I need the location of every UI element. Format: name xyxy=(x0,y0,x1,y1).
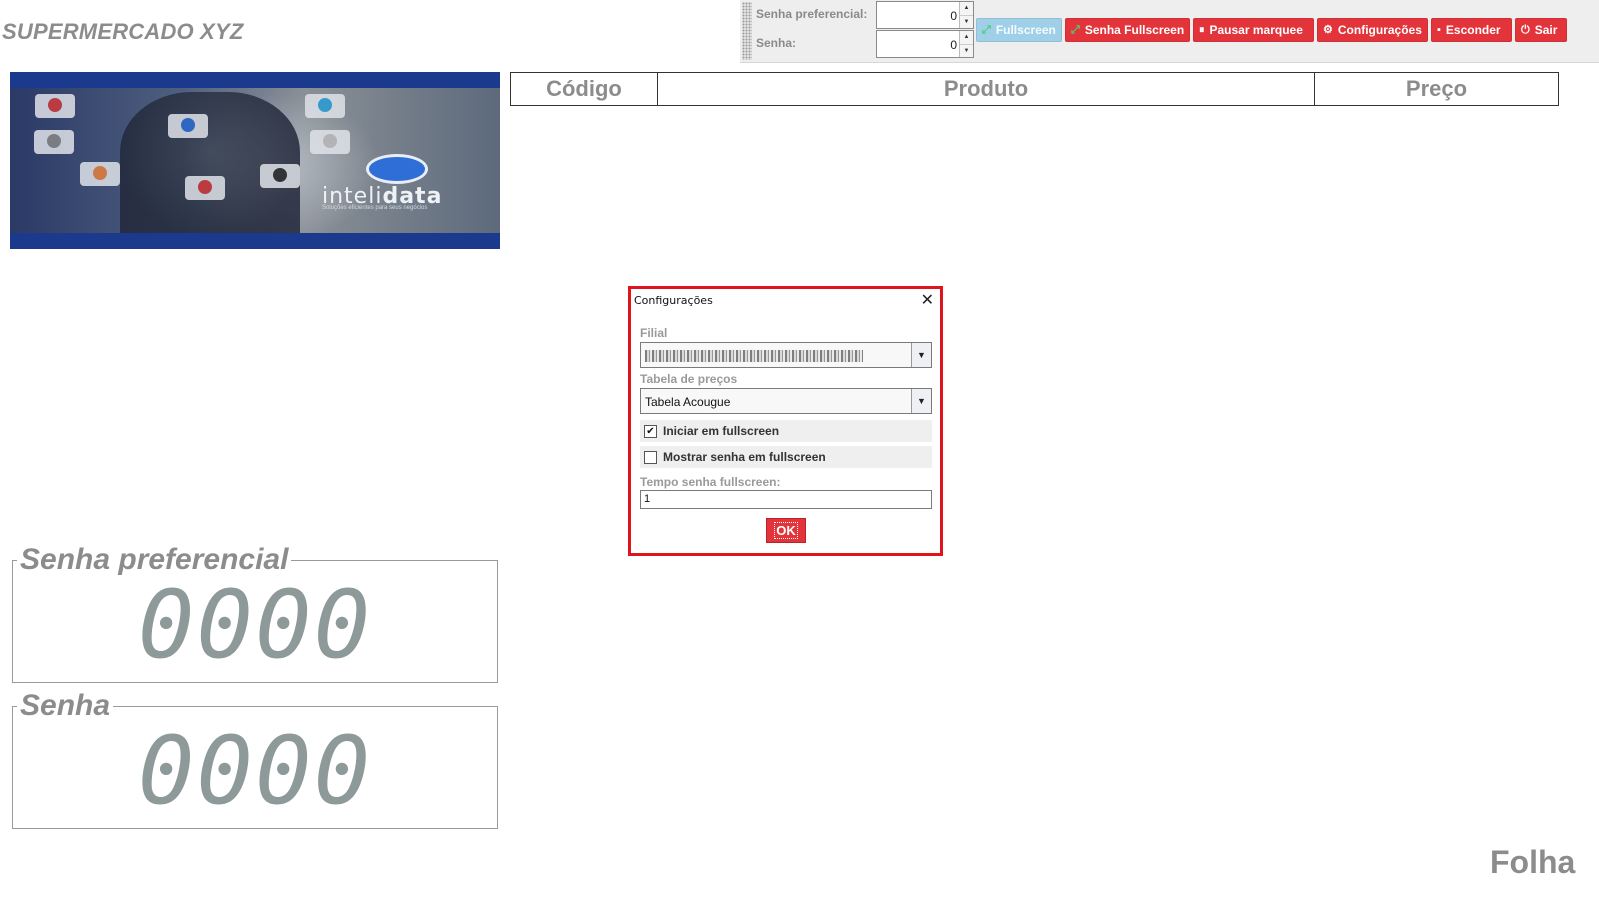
senha-spinner[interactable]: 0 ▲ ▼ xyxy=(876,30,974,58)
app-tile-icon xyxy=(305,94,345,118)
chevron-down-icon[interactable]: ▼ xyxy=(911,389,931,413)
pausar-marquee-button-label: Pausar marquee xyxy=(1209,23,1303,37)
tabela-precos-select[interactable]: Tabela Acougue ▼ xyxy=(640,388,932,414)
expand-icon: ⤢ xyxy=(1071,23,1080,36)
senha-preferencial-spinner[interactable]: 0 ▲ ▼ xyxy=(876,1,974,29)
ok-button-label: OK xyxy=(774,522,798,539)
spinner-down-icon[interactable]: ▼ xyxy=(960,15,973,28)
spinner-up-icon[interactable]: ▲ xyxy=(960,2,973,15)
filial-value-redacted xyxy=(645,350,863,362)
app-tile-icon xyxy=(34,130,74,154)
senha-fullscreen-button[interactable]: ⤢ Senha Fullscreen xyxy=(1065,18,1190,42)
toolbar-drag-handle[interactable] xyxy=(742,2,752,60)
chevron-down-icon[interactable]: ▼ xyxy=(911,343,931,367)
spinner-up-icon[interactable]: ▲ xyxy=(960,31,973,44)
fullscreen-button[interactable]: ⤢ Fullscreen xyxy=(976,18,1062,42)
senha-value[interactable]: 0 xyxy=(950,38,957,52)
power-icon: ⏻ xyxy=(1521,23,1530,36)
mostrar-senha-checkbox[interactable] xyxy=(644,450,657,464)
logo-tagline: Soluções eficientes para seus negócios xyxy=(322,205,428,211)
pausar-marquee-button[interactable]: ⏸ Pausar marquee xyxy=(1193,18,1314,42)
app-window: { "app": { "title": "SUPERMERCADO XYZ" }… xyxy=(0,0,1599,907)
senha-title: Senha xyxy=(17,689,114,723)
marquee-text: Folha xyxy=(1490,844,1576,880)
app-tile-icon xyxy=(185,176,225,200)
tempo-senha-label: Tempo senha fullscreen: xyxy=(640,475,781,489)
configuracoes-button-label: Configurações xyxy=(1337,23,1422,37)
ok-button[interactable]: OK xyxy=(766,518,806,543)
tempo-senha-input[interactable]: 1 xyxy=(640,490,932,509)
filial-select[interactable]: ▼ xyxy=(640,342,932,368)
senha-label: Senha: xyxy=(756,36,797,50)
esconder-button[interactable]: ▪ Esconder xyxy=(1431,18,1512,42)
app-tile-icon xyxy=(310,130,350,154)
mostrar-senha-row[interactable]: Mostrar senha em fullscreen xyxy=(640,446,932,468)
top-toolbar: Senha preferencial: 0 ▲ ▼ Senha: 0 ▲ ▼ ⤢ F… xyxy=(740,0,1599,63)
senha-fullscreen-button-label: Senha Fullscreen xyxy=(1084,23,1185,37)
app-tile-icon xyxy=(168,114,208,138)
app-tile-icon xyxy=(260,164,300,188)
column-header-codigo[interactable]: Código xyxy=(511,73,657,105)
minimize-icon: ▪ xyxy=(1437,23,1441,36)
pause-icon: ⏸ xyxy=(1199,23,1205,36)
iniciar-fullscreen-checkbox[interactable]: ✔ xyxy=(644,424,657,438)
tabela-precos-label: Tabela de preços xyxy=(640,372,738,386)
tabela-precos-value: Tabela Acougue xyxy=(645,395,731,409)
configuracoes-button[interactable]: ⚙ Configurações xyxy=(1317,18,1428,42)
senha-display: 0000 xyxy=(137,717,373,826)
esconder-button-label: Esconder xyxy=(1445,23,1501,37)
fullscreen-button-label: Fullscreen xyxy=(995,23,1056,37)
senha-preferencial-label: Senha preferencial: xyxy=(756,7,868,21)
dialog-title: Configurações xyxy=(634,294,713,307)
configuracoes-dialog: Configurações ✕ Filial ▼ Tabela de preço… xyxy=(628,286,943,556)
iniciar-fullscreen-label[interactable]: Iniciar em fullscreen xyxy=(663,424,779,438)
gear-icon: ⚙ xyxy=(1323,23,1333,36)
senha-preferencial-display: 0000 xyxy=(137,571,373,680)
column-header-preco[interactable]: Preço xyxy=(1314,73,1558,105)
sair-button-label: Sair xyxy=(1534,23,1558,37)
expand-icon: ⤢ xyxy=(982,23,991,36)
spinner-down-icon[interactable]: ▼ xyxy=(960,44,973,57)
filial-label: Filial xyxy=(640,326,668,340)
close-icon[interactable]: ✕ xyxy=(921,290,934,309)
app-tile-icon xyxy=(80,162,120,186)
senha-preferencial-panel: Senha preferencial 0000 xyxy=(12,543,498,683)
banner-image: intelidata Soluções eficientes para seus… xyxy=(10,72,500,249)
sair-button[interactable]: ⏻ Sair xyxy=(1515,18,1567,42)
senha-panel: Senha 0000 xyxy=(12,689,498,829)
mostrar-senha-label[interactable]: Mostrar senha em fullscreen xyxy=(663,450,826,464)
product-table-header: Código Produto Preço xyxy=(510,72,1559,106)
app-title: SUPERMERCADO XYZ xyxy=(2,19,244,44)
iniciar-fullscreen-row[interactable]: ✔ Iniciar em fullscreen xyxy=(640,420,932,442)
column-header-produto[interactable]: Produto xyxy=(657,73,1314,105)
senha-preferencial-value[interactable]: 0 xyxy=(950,9,957,23)
app-tile-icon xyxy=(35,94,75,118)
intelidata-logo-icon xyxy=(366,154,428,184)
